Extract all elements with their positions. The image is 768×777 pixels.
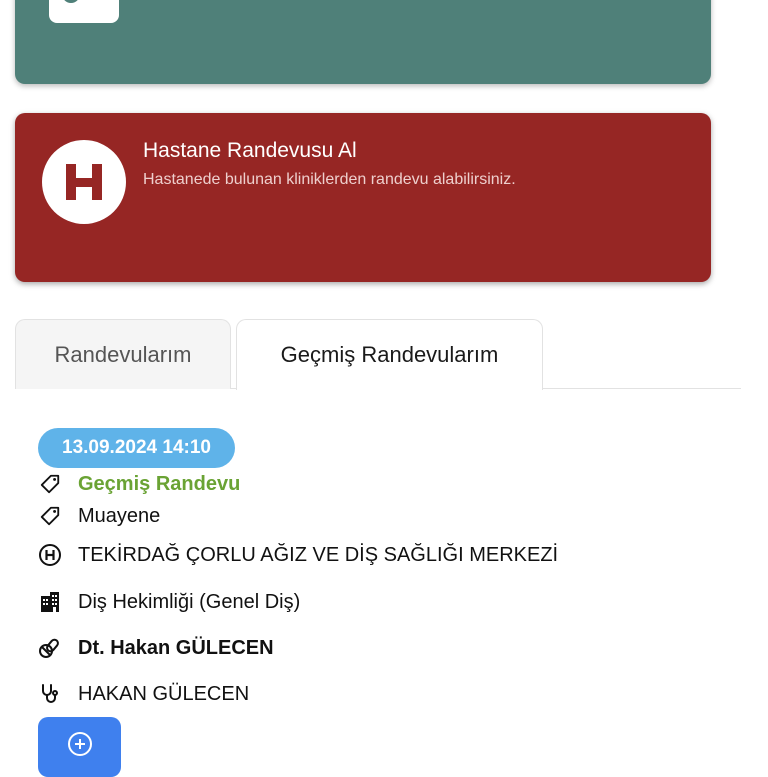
tab-past-appointments[interactable]: Geçmiş Randevularım (236, 319, 543, 390)
hospital-card-subtitle: Hastanede bulunan kliniklerden randevu a… (143, 171, 516, 188)
hospital-h-icon (42, 140, 126, 224)
tab-my-appointments[interactable]: Randevularım (15, 319, 231, 389)
doctor-row: Dt. Hakan GÜLECEN (36, 634, 274, 662)
clinic-row: Diş Hekimliği (Genel Diş) (36, 588, 300, 616)
pills-icon (36, 634, 64, 662)
building-icon (36, 588, 64, 616)
tab-label: Randevularım (54, 341, 192, 367)
tag-icon (36, 470, 64, 498)
hospital-card-title: Hastane Randevusu Al (143, 139, 357, 162)
hospital-circle-icon (36, 541, 64, 569)
glasses-icon (49, 0, 119, 23)
add-button[interactable] (38, 717, 121, 777)
appointment-type-row: Muayene (36, 502, 160, 530)
appointment-type: Muayene (78, 504, 161, 527)
hospital-name: TEKİRDAĞ ÇORLU AĞIZ VE DİŞ SAĞLIĞI MERKE… (78, 543, 559, 566)
hospital-row: TEKİRDAĞ ÇORLU AĞIZ VE DİŞ SAĞLIĞI MERKE… (36, 541, 558, 569)
tag-icon (36, 502, 64, 530)
clinic-name: Diş Hekimliği (Genel Diş) (78, 590, 301, 613)
hospital-appointment-card[interactable]: Hastane Randevusu Al Hastanede bulunan k… (15, 113, 711, 282)
physician-name: HAKAN GÜLECEN (78, 682, 250, 705)
top-service-card[interactable] (15, 0, 711, 84)
appointment-status: Geçmiş Randevu (78, 472, 241, 495)
appointment-date-badge: 13.09.2024 14:10 (38, 428, 235, 468)
plus-circle-icon (67, 731, 93, 762)
physician-row: HAKAN GÜLECEN (36, 680, 249, 708)
stethoscope-icon (36, 680, 64, 708)
doctor-name: Dt. Hakan GÜLECEN (78, 636, 274, 659)
tab-label: Geçmiş Randevularım (280, 342, 499, 367)
appointment-status-row: Geçmiş Randevu (36, 470, 240, 498)
